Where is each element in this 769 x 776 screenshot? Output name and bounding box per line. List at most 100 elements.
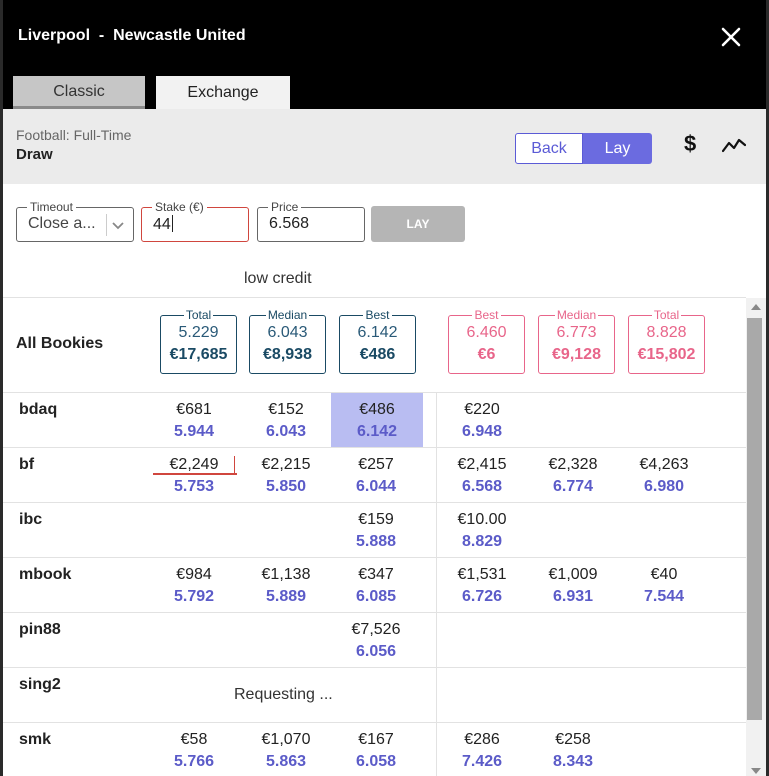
cell-stake: €167 — [358, 731, 394, 748]
cell-price: 7.426 — [461, 753, 503, 770]
back-cell[interactable]: €7,526 6.056 — [331, 613, 421, 667]
back-lay-toggle: Back Lay — [515, 133, 652, 164]
summary-legend: Best — [363, 308, 392, 322]
cell-price: 5.944 — [173, 423, 215, 440]
cell-stake: €1,070 — [261, 731, 311, 748]
back-cell[interactable]: €1,070 5.863 — [241, 723, 331, 776]
cell-price: 5.863 — [265, 753, 307, 770]
submit-lay-button[interactable]: LAY — [371, 206, 465, 242]
back-cell[interactable]: €257 6.044 — [331, 448, 421, 502]
all-bookies-label: All Bookies — [16, 335, 104, 352]
summary-legend: Median — [265, 308, 310, 322]
back-button[interactable]: Back — [515, 133, 583, 164]
summary-back-total: Total 5.229 €17,685 — [160, 308, 237, 374]
low-credit-warning: low credit — [244, 270, 312, 287]
lay-cell[interactable]: €1,009 6.931 — [528, 558, 618, 612]
scrollbar[interactable] — [746, 298, 766, 776]
back-cell[interactable]: €347 6.085 — [331, 558, 421, 612]
close-button[interactable] — [716, 22, 746, 52]
cell-stake: €7,526 — [351, 621, 401, 638]
currency-icon[interactable]: $ — [684, 131, 696, 157]
cell-stake: €486 — [359, 401, 395, 418]
lay-cell[interactable]: €1,531 6.726 — [437, 558, 527, 612]
lay-cell[interactable]: €2,415 6.568 — [437, 448, 527, 502]
price-label: Price — [268, 200, 302, 214]
cell-price: 6.142 — [356, 423, 398, 440]
cell-stake: €10.00 — [457, 511, 507, 528]
bet-modal: Liverpool - Newcastle United Classic Exc… — [3, 0, 766, 776]
timeout-label: Timeout — [27, 200, 76, 214]
scroll-up-arrow-icon[interactable] — [751, 304, 761, 310]
lay-cell[interactable]: €220 6.948 — [437, 393, 527, 447]
cell-stake: €1,531 — [457, 566, 507, 583]
cell-price: 6.058 — [355, 753, 397, 770]
back-cell[interactable]: €152 6.043 — [241, 393, 331, 447]
market-selection: Draw — [16, 146, 53, 163]
summary-price: 8.828 — [646, 324, 687, 341]
cell-stake: €152 — [268, 401, 304, 418]
back-cell[interactable]: €167 6.058 — [331, 723, 421, 776]
back-cell[interactable]: €2,215 5.850 — [241, 448, 331, 502]
bookie-name: smk — [19, 731, 52, 748]
summary-stake: €17,685 — [169, 346, 228, 363]
trend-line-icon[interactable] — [721, 135, 747, 155]
lay-cell[interactable]: €2,328 6.774 — [528, 448, 618, 502]
summary-legend: Total — [183, 308, 214, 322]
summary-legend: Total — [651, 308, 682, 322]
cell-price: 8.343 — [552, 753, 594, 770]
lay-cell[interactable]: €4,263 6.980 — [619, 448, 709, 502]
cell-price: 5.766 — [173, 753, 215, 770]
chevron-down-icon — [106, 214, 129, 236]
lay-button[interactable]: Lay — [583, 133, 652, 164]
scrollbar-thumb[interactable] — [747, 318, 762, 720]
cell-stake: €40 — [650, 566, 678, 583]
back-lay-divider — [436, 392, 437, 776]
lay-cell[interactable]: €10.00 8.829 — [437, 503, 527, 557]
lay-cell[interactable]: €286 7.426 — [437, 723, 527, 776]
bookie-row-smk: smk €58 5.766 €1,070 5.863 €167 6.058 €2… — [3, 722, 746, 776]
bookie-name: bf — [19, 456, 35, 473]
stake-label: Stake (€) — [152, 200, 207, 214]
cell-stake: €58 — [180, 731, 208, 748]
timeout-value: Close a... — [28, 215, 96, 232]
cell-price: 6.568 — [461, 478, 503, 495]
bookie-row-mbook: mbook €984 5.792 €1,138 5.889 €347 6.085… — [3, 557, 746, 613]
scroll-down-arrow-icon[interactable] — [751, 768, 761, 774]
bookie-name: sing2 — [19, 676, 61, 693]
summary-stake: €486 — [359, 346, 396, 363]
stake-input[interactable]: Stake (€) 44 — [141, 200, 249, 242]
lay-cell[interactable]: €258 8.343 — [528, 723, 618, 776]
cell-price: 5.888 — [355, 533, 397, 550]
bookie-row-sing2: sing2 Requesting ... — [3, 667, 746, 723]
back-cell[interactable]: €681 5.944 — [149, 393, 239, 447]
cell-price: 6.931 — [552, 588, 594, 605]
summary-lay-median: Median 6.773 €9,128 — [538, 308, 615, 374]
event-title: Liverpool - Newcastle United — [18, 27, 246, 44]
tab-classic[interactable]: Classic — [13, 76, 145, 109]
summary-price: 6.773 — [556, 324, 597, 341]
timeout-select[interactable]: Timeout Close a... — [16, 200, 134, 242]
back-cell-best-highlight[interactable]: €486 6.142 — [331, 393, 423, 447]
price-value: 6.568 — [269, 215, 310, 232]
lay-cell[interactable]: €40 7.544 — [619, 558, 709, 612]
cell-stake: €4,263 — [639, 456, 689, 473]
bookie-table: bdaq €681 5.944 €152 6.043 €486 6.142 €2… — [3, 392, 746, 776]
summary-row: All Bookies Total 5.229 €17,685 Median 6… — [3, 298, 746, 392]
cell-stake: €1,009 — [548, 566, 598, 583]
text-cursor — [171, 215, 173, 232]
price-input[interactable]: Price 6.568 — [257, 200, 365, 242]
summary-price: 6.142 — [357, 324, 398, 341]
summary-lay-total: Total 8.828 €15,802 — [628, 308, 705, 374]
back-cell[interactable]: €984 5.792 — [149, 558, 239, 612]
back-cell[interactable]: €159 5.888 — [331, 503, 421, 557]
cell-stake: €681 — [176, 401, 212, 418]
cell-price: 6.726 — [461, 588, 503, 605]
back-cell[interactable]: €1,138 5.889 — [241, 558, 331, 612]
cell-price: 8.829 — [461, 533, 503, 550]
back-cell[interactable]: €2,249 5.753 — [149, 448, 239, 502]
cell-stake: €347 — [358, 566, 394, 583]
summary-lay-best: Best 6.460 €6 — [448, 308, 525, 374]
tab-exchange[interactable]: Exchange — [156, 76, 290, 109]
requesting-status: Requesting ... — [234, 686, 333, 703]
back-cell[interactable]: €58 5.766 — [149, 723, 239, 776]
